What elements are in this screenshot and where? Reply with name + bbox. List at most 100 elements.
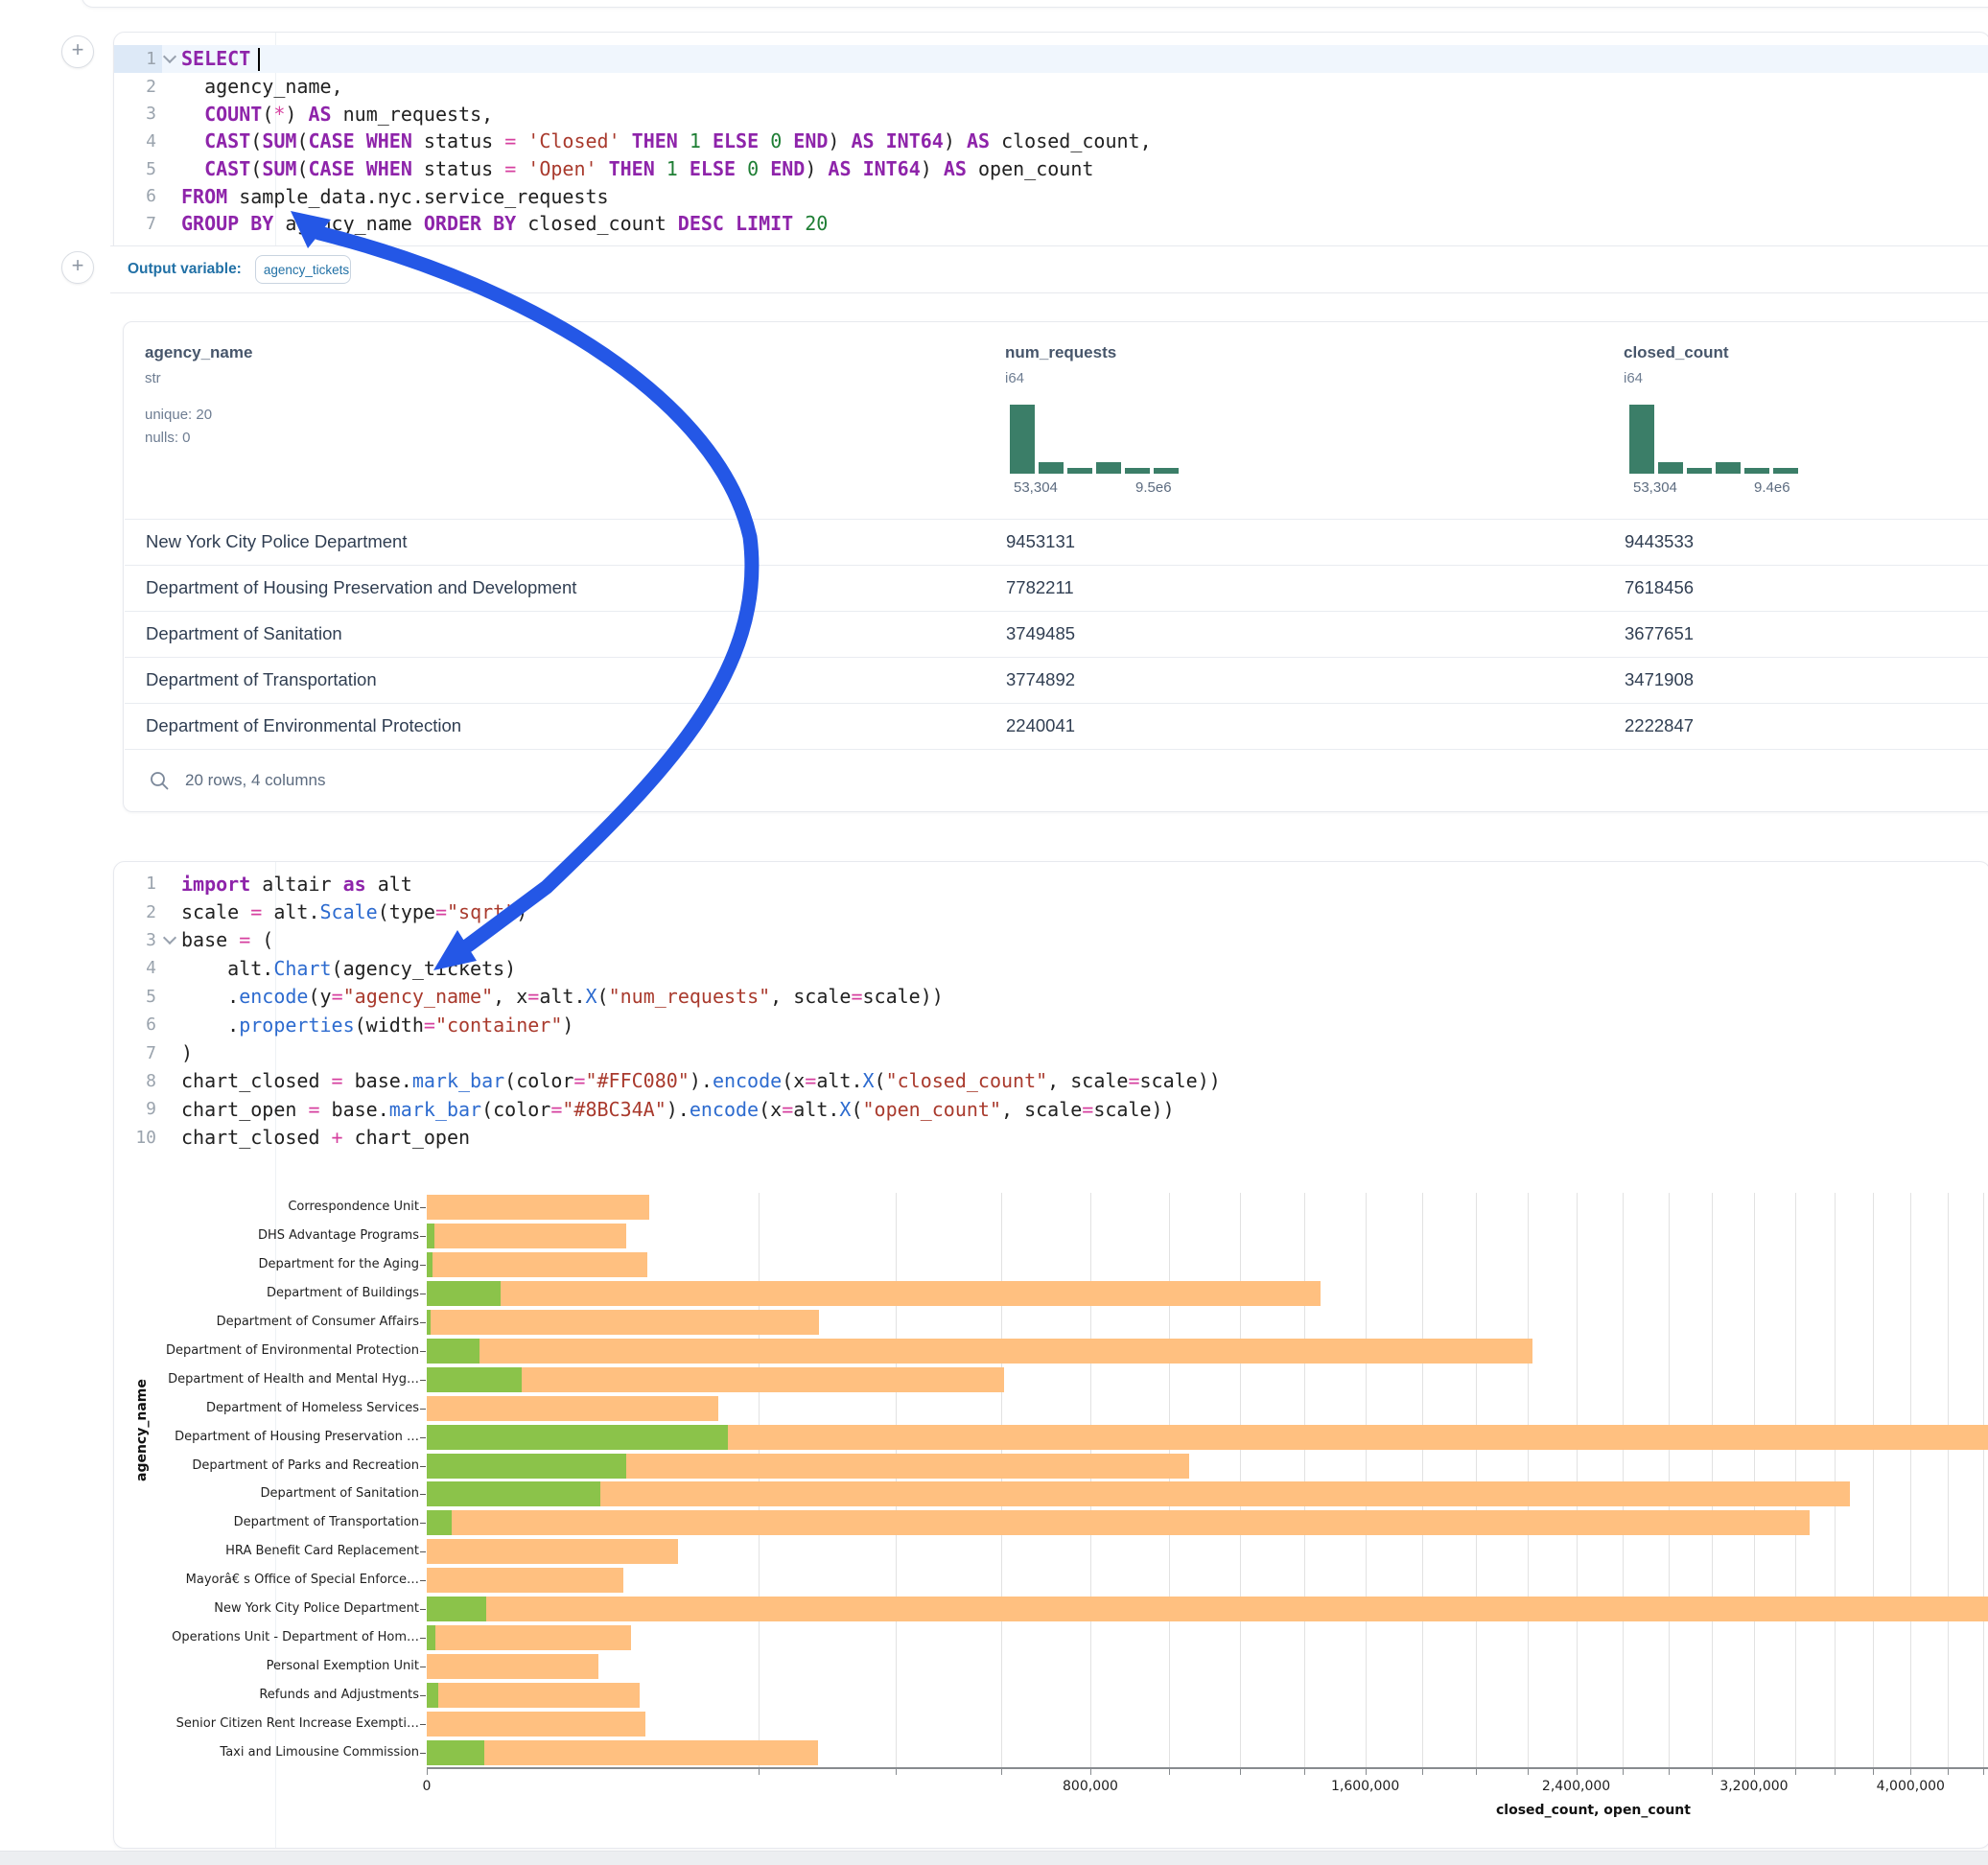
text-cursor <box>258 48 260 71</box>
line-number: 1 <box>114 45 162 73</box>
column-type-num-requests: i64 <box>1005 370 1024 386</box>
table-cell-closed-count: 7618456 <box>1625 565 1694 611</box>
line-number: 3 <box>114 100 162 128</box>
line-number: 8 <box>114 1067 162 1095</box>
histogram-bar <box>1716 462 1741 474</box>
code-line[interactable]: 6 FROM sample_data.nyc.service_requests <box>114 182 1988 210</box>
column-stat-unique: unique: 20 <box>145 407 212 423</box>
table-cell-agency-name: Department of Housing Preservation and D… <box>146 565 576 611</box>
output-variable-value: agency_tickets <box>264 263 349 277</box>
table-cell-closed-count: 2222847 <box>1625 703 1694 749</box>
fold-chevron-icon[interactable] <box>162 56 177 61</box>
sql-editor[interactable]: 1 SELECT2 agency_name,3 COUNT(*) AS num_r… <box>114 45 1988 238</box>
code-line[interactable]: 5 CAST(SUM(CASE WHEN status = 'Open' THE… <box>114 155 1988 183</box>
code-text: scale = alt.Scale(type="sqrt") <box>177 900 527 923</box>
code-text: import altair as alt <box>177 873 412 896</box>
code-text: agency_name, <box>177 75 343 98</box>
histogram-bar <box>1067 468 1092 474</box>
code-line[interactable]: 10 chart_closed + chart_open <box>114 1124 1988 1152</box>
table-row[interactable]: Department of Housing Preservation and D… <box>125 565 1988 612</box>
code-text: chart_closed = base.mark_bar(color="#FFC… <box>177 1069 1221 1092</box>
table-cell-num-requests: 9453131 <box>1006 519 1075 565</box>
histogram-bar <box>1658 462 1683 474</box>
code-text: .encode(y="agency_name", x=alt.X("num_re… <box>177 985 944 1008</box>
column-header-num-requests[interactable]: num_requests <box>1005 343 1116 362</box>
line-number: 2 <box>114 898 162 925</box>
line-number: 10 <box>114 1124 162 1152</box>
code-line[interactable]: 2 agency_name, <box>114 73 1988 101</box>
line-number: 9 <box>114 1095 162 1123</box>
column-stat-nulls: nulls: 0 <box>145 430 191 446</box>
line-number: 3 <box>114 926 162 954</box>
code-line[interactable]: 6 .properties(width="container") <box>114 1011 1988 1038</box>
line-number: 5 <box>114 155 162 183</box>
histogram-num-requests <box>1010 405 1179 474</box>
code-line[interactable]: 5 .encode(y="agency_name", x=alt.X("num_… <box>114 983 1988 1011</box>
code-line[interactable]: 2 scale = alt.Scale(type="sqrt") <box>114 898 1988 925</box>
histogram-max-label-num-requests: 9.5e6 <box>1135 479 1172 496</box>
histogram-min-label-num-requests: 53,304 <box>1014 479 1058 496</box>
add-cell-button-middle[interactable]: + <box>61 251 94 284</box>
page-bottom-band <box>0 1851 1988 1865</box>
code-text: alt.Chart(agency_tickets) <box>177 957 516 980</box>
code-line[interactable]: 8 chart_closed = base.mark_bar(color="#FF… <box>114 1067 1988 1095</box>
table-row[interactable]: Department of Transportation 3774892 34719… <box>125 657 1988 704</box>
histogram-bar <box>1039 462 1064 474</box>
table-cell-num-requests: 2240041 <box>1006 703 1075 749</box>
code-text: chart_open = base.mark_bar(color="#8BC34… <box>177 1098 1175 1121</box>
column-header-agency-name[interactable]: agency_name <box>145 343 252 362</box>
table-cell-closed-count: 3471908 <box>1625 657 1694 703</box>
histogram-min-label-closed-count: 53,304 <box>1633 479 1677 496</box>
line-number: 5 <box>114 983 162 1011</box>
table-cell-agency-name: Department of Transportation <box>146 657 377 703</box>
table-cell-agency-name: Department of Sanitation <box>146 611 342 657</box>
add-cell-button-top[interactable]: + <box>61 35 94 68</box>
line-number: 7 <box>114 1038 162 1066</box>
histogram-bar <box>1773 468 1798 474</box>
table-row-count: 20 rows, 4 columns <box>185 771 325 790</box>
table-row[interactable]: New York City Police Department945313194… <box>125 519 1988 566</box>
code-line[interactable]: 1 import altair as alt <box>114 870 1988 898</box>
table-cell-closed-count: 3677651 <box>1625 611 1694 657</box>
table-cell-num-requests: 3749485 <box>1006 611 1075 657</box>
code-line[interactable]: 3 COUNT(*) AS num_requests, <box>114 100 1988 128</box>
code-text: CAST(SUM(CASE WHEN status = 'Open' THEN … <box>177 157 1093 180</box>
table-row[interactable]: Department of Environmental Protection 22… <box>125 703 1988 750</box>
column-header-closed-count[interactable]: closed_count <box>1624 343 1729 362</box>
code-line[interactable]: 7) <box>114 1038 1988 1066</box>
python-cell-card: 1 import altair as alt 2 scale = alt.Scale(… <box>113 861 1988 1849</box>
result-table-card: agency_name str unique: 20 nulls: 0 num_… <box>123 321 1988 812</box>
code-text: .properties(width="container") <box>177 1014 573 1037</box>
output-variable-label: Output variable: <box>128 261 242 278</box>
table-cell-num-requests: 3774892 <box>1006 657 1075 703</box>
code-text: ) <box>177 1041 193 1064</box>
code-text: GROUP BY agency_name ORDER BY closed_cou… <box>177 212 828 235</box>
code-line[interactable]: 3base = ( <box>114 926 1988 954</box>
code-line[interactable]: 9 chart_open = base.mark_bar(color="#8BC3… <box>114 1095 1988 1123</box>
histogram-bar <box>1010 405 1035 474</box>
table-cell-agency-name: New York City Police Department <box>146 519 407 565</box>
histogram-bar <box>1154 468 1179 474</box>
histogram-bar <box>1629 405 1654 474</box>
code-line[interactable]: 4 alt.Chart(agency_tickets) <box>114 954 1988 982</box>
line-number: 1 <box>114 870 162 898</box>
line-number: 7 <box>114 210 162 238</box>
table-row[interactable]: Department of Sanitation 3749485 3677651 <box>125 611 1988 658</box>
search-icon[interactable] <box>149 770 170 791</box>
code-line[interactable]: 7 GROUP BY agency_name ORDER BY closed_co… <box>114 210 1988 238</box>
code-text: chart_closed + chart_open <box>177 1126 470 1149</box>
code-text: SELECT <box>177 47 260 72</box>
python-editor[interactable]: 1 import altair as alt 2 scale = alt.Scale(… <box>114 870 1988 1152</box>
column-type-closed-count: i64 <box>1624 370 1643 386</box>
code-text: FROM sample_data.nyc.service_requests <box>177 185 609 208</box>
code-line[interactable]: 4 CAST(SUM(CASE WHEN status = 'Closed' T… <box>114 128 1988 155</box>
sql-cell-card: 1 SELECT2 agency_name,3 COUNT(*) AS num_r… <box>113 32 1988 246</box>
histogram-bar <box>1744 468 1769 474</box>
table-cell-agency-name: Department of Environmental Protection <box>146 703 461 749</box>
histogram-bar <box>1687 468 1712 474</box>
line-number: 4 <box>114 128 162 155</box>
code-line[interactable]: 1 SELECT <box>114 45 1988 73</box>
output-variable-pill[interactable]: agency_tickets <box>255 255 351 284</box>
fold-chevron-icon[interactable] <box>162 937 177 943</box>
line-number: 6 <box>114 182 162 210</box>
